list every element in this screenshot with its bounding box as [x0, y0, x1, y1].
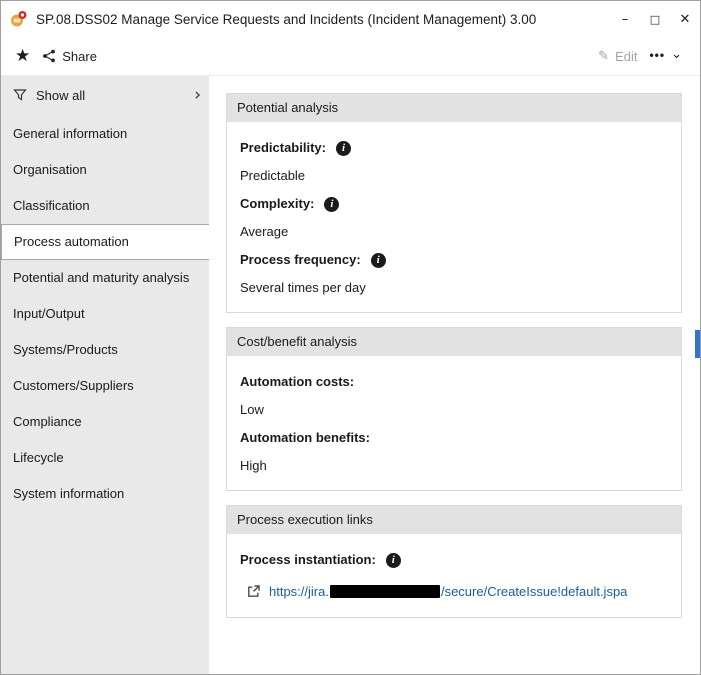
sidebar-item-lifecycle[interactable]: Lifecycle [1, 440, 209, 476]
dialog-window: SP.08.DSS02 Manage Service Requests and … [0, 0, 701, 675]
main-content: Potential analysis Predictability: i Pre… [209, 76, 700, 674]
field-label-process-frequency: Process frequency: [240, 252, 361, 267]
info-icon[interactable]: i [370, 252, 386, 268]
more-button[interactable]: ••• ⌄ [643, 45, 688, 68]
toolbar: ★ Share ✎ Edit ••• ⌄ [1, 37, 700, 76]
sidebar-item-input-output[interactable]: Input/Output [1, 296, 209, 332]
sidebar-nav: General information Organisation Classif… [1, 116, 209, 512]
info-icon[interactable]: i [324, 196, 340, 212]
sidebar-item-customers-suppliers[interactable]: Customers/Suppliers [1, 368, 209, 404]
process-instantiation-link-row: https://jira. /secure/CreateIssue!default… [247, 584, 669, 599]
maximize-icon: □ [649, 12, 661, 26]
field-value-complexity: Average [240, 224, 289, 239]
process-instantiation-link[interactable]: https://jira. /secure/CreateIssue!default… [269, 584, 627, 599]
external-link-icon [247, 585, 260, 598]
link-suffix: /secure/CreateIssue!default.jspa [440, 584, 628, 599]
field-label-complexity: Complexity: [240, 196, 315, 211]
field-label-predictability: Predictability: [240, 140, 326, 155]
window-body: Show all › General information Organisat… [1, 76, 700, 674]
field-label-row: Predictability: i [240, 140, 669, 156]
share-button[interactable]: Share [36, 45, 103, 68]
edit-label: Edit [615, 48, 638, 64]
maximize-button[interactable]: □ [640, 1, 670, 37]
field-label-row: Complexity: i [240, 196, 669, 212]
minimize-button[interactable]: – [610, 1, 640, 37]
star-icon: ★ [15, 46, 31, 65]
sidebar-item-system-information[interactable]: System information [1, 476, 209, 512]
section-cost-benefit-analysis: Cost/benefit analysis Automation costs: … [226, 327, 682, 491]
field-value-automation-costs: Low [240, 402, 264, 417]
field-label-automation-benefits: Automation benefits: [240, 430, 370, 445]
minimize-icon: – [621, 11, 629, 27]
sidebar-item-systems-products[interactable]: Systems/Products [1, 332, 209, 368]
sidebar-item-general-information[interactable]: General information [1, 116, 209, 152]
field-value-predictability: Predictable [240, 168, 306, 183]
sidebar-item-process-automation[interactable]: Process automation [1, 224, 209, 260]
sidebar-item-compliance[interactable]: Compliance [1, 404, 209, 440]
share-icon [42, 49, 56, 63]
close-button[interactable]: ✕ [670, 1, 700, 37]
redacted-segment [329, 585, 440, 598]
favorite-button[interactable]: ★ [13, 42, 36, 70]
info-icon[interactable]: i [385, 552, 401, 568]
sidebar-item-classification[interactable]: Classification [1, 188, 209, 224]
link-prefix: https://jira. [269, 584, 329, 599]
sidebar: Show all › General information Organisat… [1, 76, 209, 674]
section-header: Potential analysis [227, 94, 681, 122]
section-potential-analysis: Potential analysis Predictability: i Pre… [226, 93, 682, 313]
edit-button[interactable]: ✎ Edit [592, 44, 643, 68]
section-header: Cost/benefit analysis [227, 328, 681, 356]
app-icon [10, 10, 28, 28]
section-body: Predictability: i Predictable Complexity… [227, 122, 681, 312]
pencil-icon: ✎ [598, 48, 610, 63]
sidebar-item-potential-and-maturity-analysis[interactable]: Potential and maturity analysis [1, 260, 209, 296]
chevron-right-icon: › [194, 84, 201, 105]
filter-icon [13, 88, 27, 102]
section-process-execution-links: Process execution links Process instanti… [226, 505, 682, 618]
section-body: Automation costs: Low Automation benefit… [227, 356, 681, 490]
field-label-row: Automation benefits: [240, 430, 669, 446]
field-label-row: Process frequency: i [240, 252, 669, 268]
field-label-process-instantiation: Process instantiation: [240, 552, 376, 567]
show-all-label: Show all [36, 87, 86, 103]
section-body: Process instantiation: i https://jira. /s… [227, 534, 681, 617]
titlebar: SP.08.DSS02 Manage Service Requests and … [1, 1, 700, 37]
info-icon[interactable]: i [335, 140, 351, 156]
field-label-row: Automation costs: [240, 374, 669, 390]
share-label: Share [62, 48, 97, 64]
sidebar-item-organisation[interactable]: Organisation [1, 152, 209, 188]
chevron-down-icon: ⌄ [671, 46, 682, 62]
field-value-process-frequency: Several times per day [240, 280, 366, 295]
window-title: SP.08.DSS02 Manage Service Requests and … [36, 11, 537, 27]
more-icon: ••• [649, 48, 666, 62]
section-header: Process execution links [227, 506, 681, 534]
field-label-automation-costs: Automation costs: [240, 374, 355, 389]
field-label-row: Process instantiation: i [240, 552, 669, 568]
background-window-edge [695, 330, 700, 358]
show-all-button[interactable]: Show all › [1, 82, 209, 108]
close-icon: ✕ [679, 11, 691, 27]
field-value-automation-benefits: High [240, 458, 267, 473]
window-controls: – □ ✕ [610, 1, 700, 37]
